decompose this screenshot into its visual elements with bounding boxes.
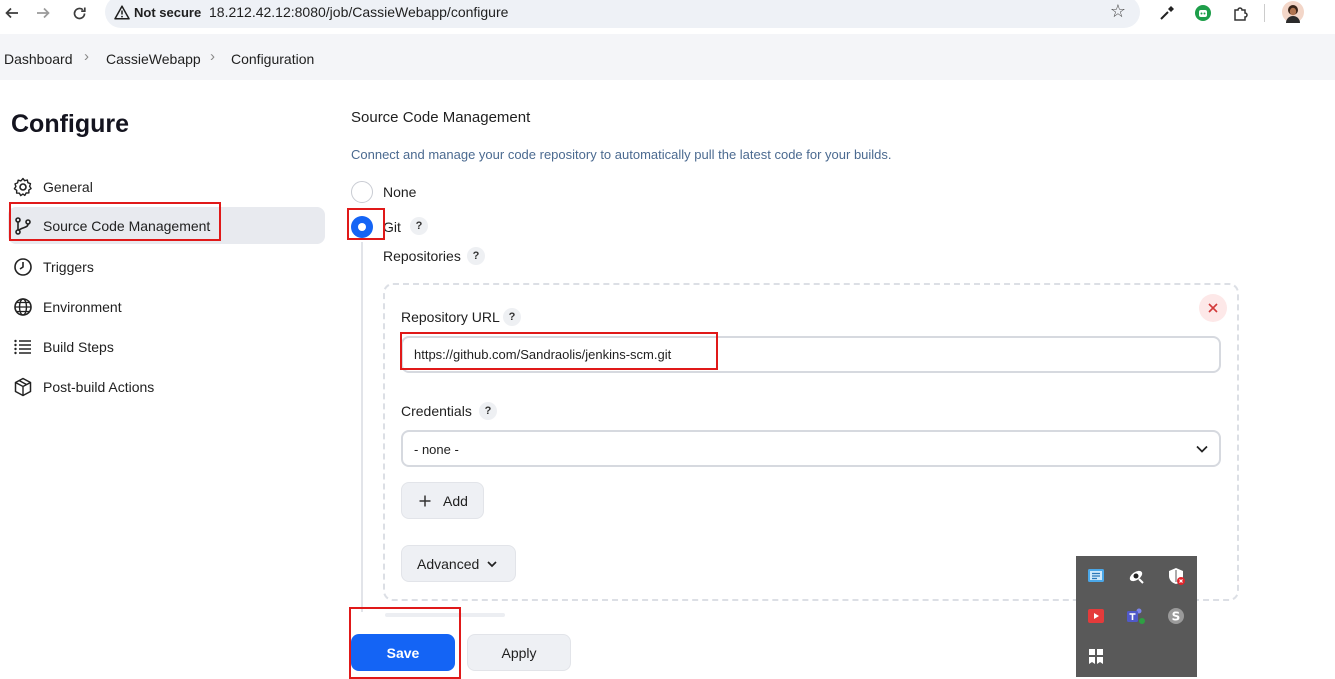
sidebar-item-build-steps[interactable]: Build Steps [8,328,325,365]
security-label: Not secure [134,4,202,20]
radio-none[interactable] [351,181,373,203]
help-icon[interactable]: ? [503,308,521,326]
skype-icon[interactable]: S [1166,606,1186,626]
sidebar-item-label: Environment [43,298,122,315]
repositories-label: Repositories [383,248,461,264]
help-icon[interactable]: ? [410,217,428,235]
add-credentials-button[interactable]: Add [401,482,484,519]
puzzle-icon[interactable] [1229,2,1251,24]
radio-none-label[interactable]: None [383,184,416,200]
browser-toolbar: Not secure 18.212.42.12:8080/job/CassieW… [0,0,1335,34]
chevron-right-icon: › [210,48,215,65]
apply-button[interactable]: Apply [467,634,571,671]
radio-git-label[interactable]: Git [383,219,401,235]
extension-icon[interactable] [1192,2,1214,24]
sidebar-item-general[interactable]: General [8,168,325,205]
system-tray-popup: S [1076,556,1197,677]
breadcrumb-configuration[interactable]: Configuration [231,51,314,67]
svg-text:S: S [1172,610,1181,624]
sidebar-item-environment[interactable]: Environment [8,288,325,325]
section-description: Connect and manage your code repository … [351,147,892,162]
address-bar[interactable]: Not secure 18.212.42.12:8080/job/CassieW… [105,0,1140,28]
reload-icon[interactable] [67,2,91,24]
globe-icon [12,296,34,318]
sidebar-item-label: General [43,178,93,195]
clock-icon [12,256,34,278]
annotation-box [400,332,718,370]
breadcrumb-job[interactable]: CassieWebapp [106,51,201,67]
sidebar-item-triggers[interactable]: Triggers [8,248,325,285]
bookmark-app-icon[interactable] [1086,646,1106,666]
section-title: Source Code Management [351,109,531,126]
help-icon[interactable]: ? [467,247,485,265]
eyedropper-icon[interactable] [1156,2,1178,24]
chevron-right-icon: › [84,48,89,65]
section-rail [361,242,363,612]
forward-arrow-icon[interactable] [31,2,55,24]
advanced-label: Advanced [417,556,480,572]
remove-repository-button[interactable] [1199,294,1227,322]
chevron-down-icon [1196,445,1208,453]
sidebar-item-label: Build Steps [43,338,114,355]
breadcrumb-dashboard[interactable]: Dashboard [4,51,73,67]
add-label: Add [443,493,468,509]
list-icon [12,336,34,358]
annotation-box [9,202,221,241]
network-app-icon[interactable] [1086,566,1106,586]
credentials-label: Credentials [401,403,472,419]
annotation-box [349,607,461,679]
plus-icon [419,495,431,507]
sidebar-item-label: Post-build Actions [43,378,155,395]
page-title: Configure [11,110,130,138]
sidebar-item-post-build-actions[interactable]: Post-build Actions [8,368,325,405]
help-icon[interactable]: ? [479,402,497,420]
teams-icon[interactable] [1126,606,1146,626]
toolbar-divider [1264,4,1265,22]
breadcrumb: Dashboard › CassieWebapp › Configuration [0,34,1335,80]
security-shield-icon[interactable] [1166,566,1186,586]
advanced-button[interactable]: Advanced [401,545,516,582]
recorder-app-icon[interactable] [1086,606,1106,626]
credentials-value: - none - [414,442,459,457]
security-chip[interactable]: Not secure [114,3,201,21]
annotation-box [347,208,385,240]
sidebar-item-label: Triggers [43,258,94,275]
package-icon [12,376,34,398]
avatar[interactable] [1281,0,1305,24]
repository-url-label: Repository URL [401,309,500,325]
satellite-icon[interactable] [1126,566,1146,586]
back-arrow-icon[interactable] [0,2,24,24]
chevron-down-icon [487,561,497,568]
credentials-select[interactable]: - none - [401,430,1221,467]
url-text[interactable]: 18.212.42.12:8080/job/CassieWebapp/confi… [209,4,508,20]
star-icon[interactable]: ☆ [1110,1,1126,22]
gear-icon [12,176,34,198]
warning-icon [114,4,130,20]
close-icon [1208,303,1218,313]
